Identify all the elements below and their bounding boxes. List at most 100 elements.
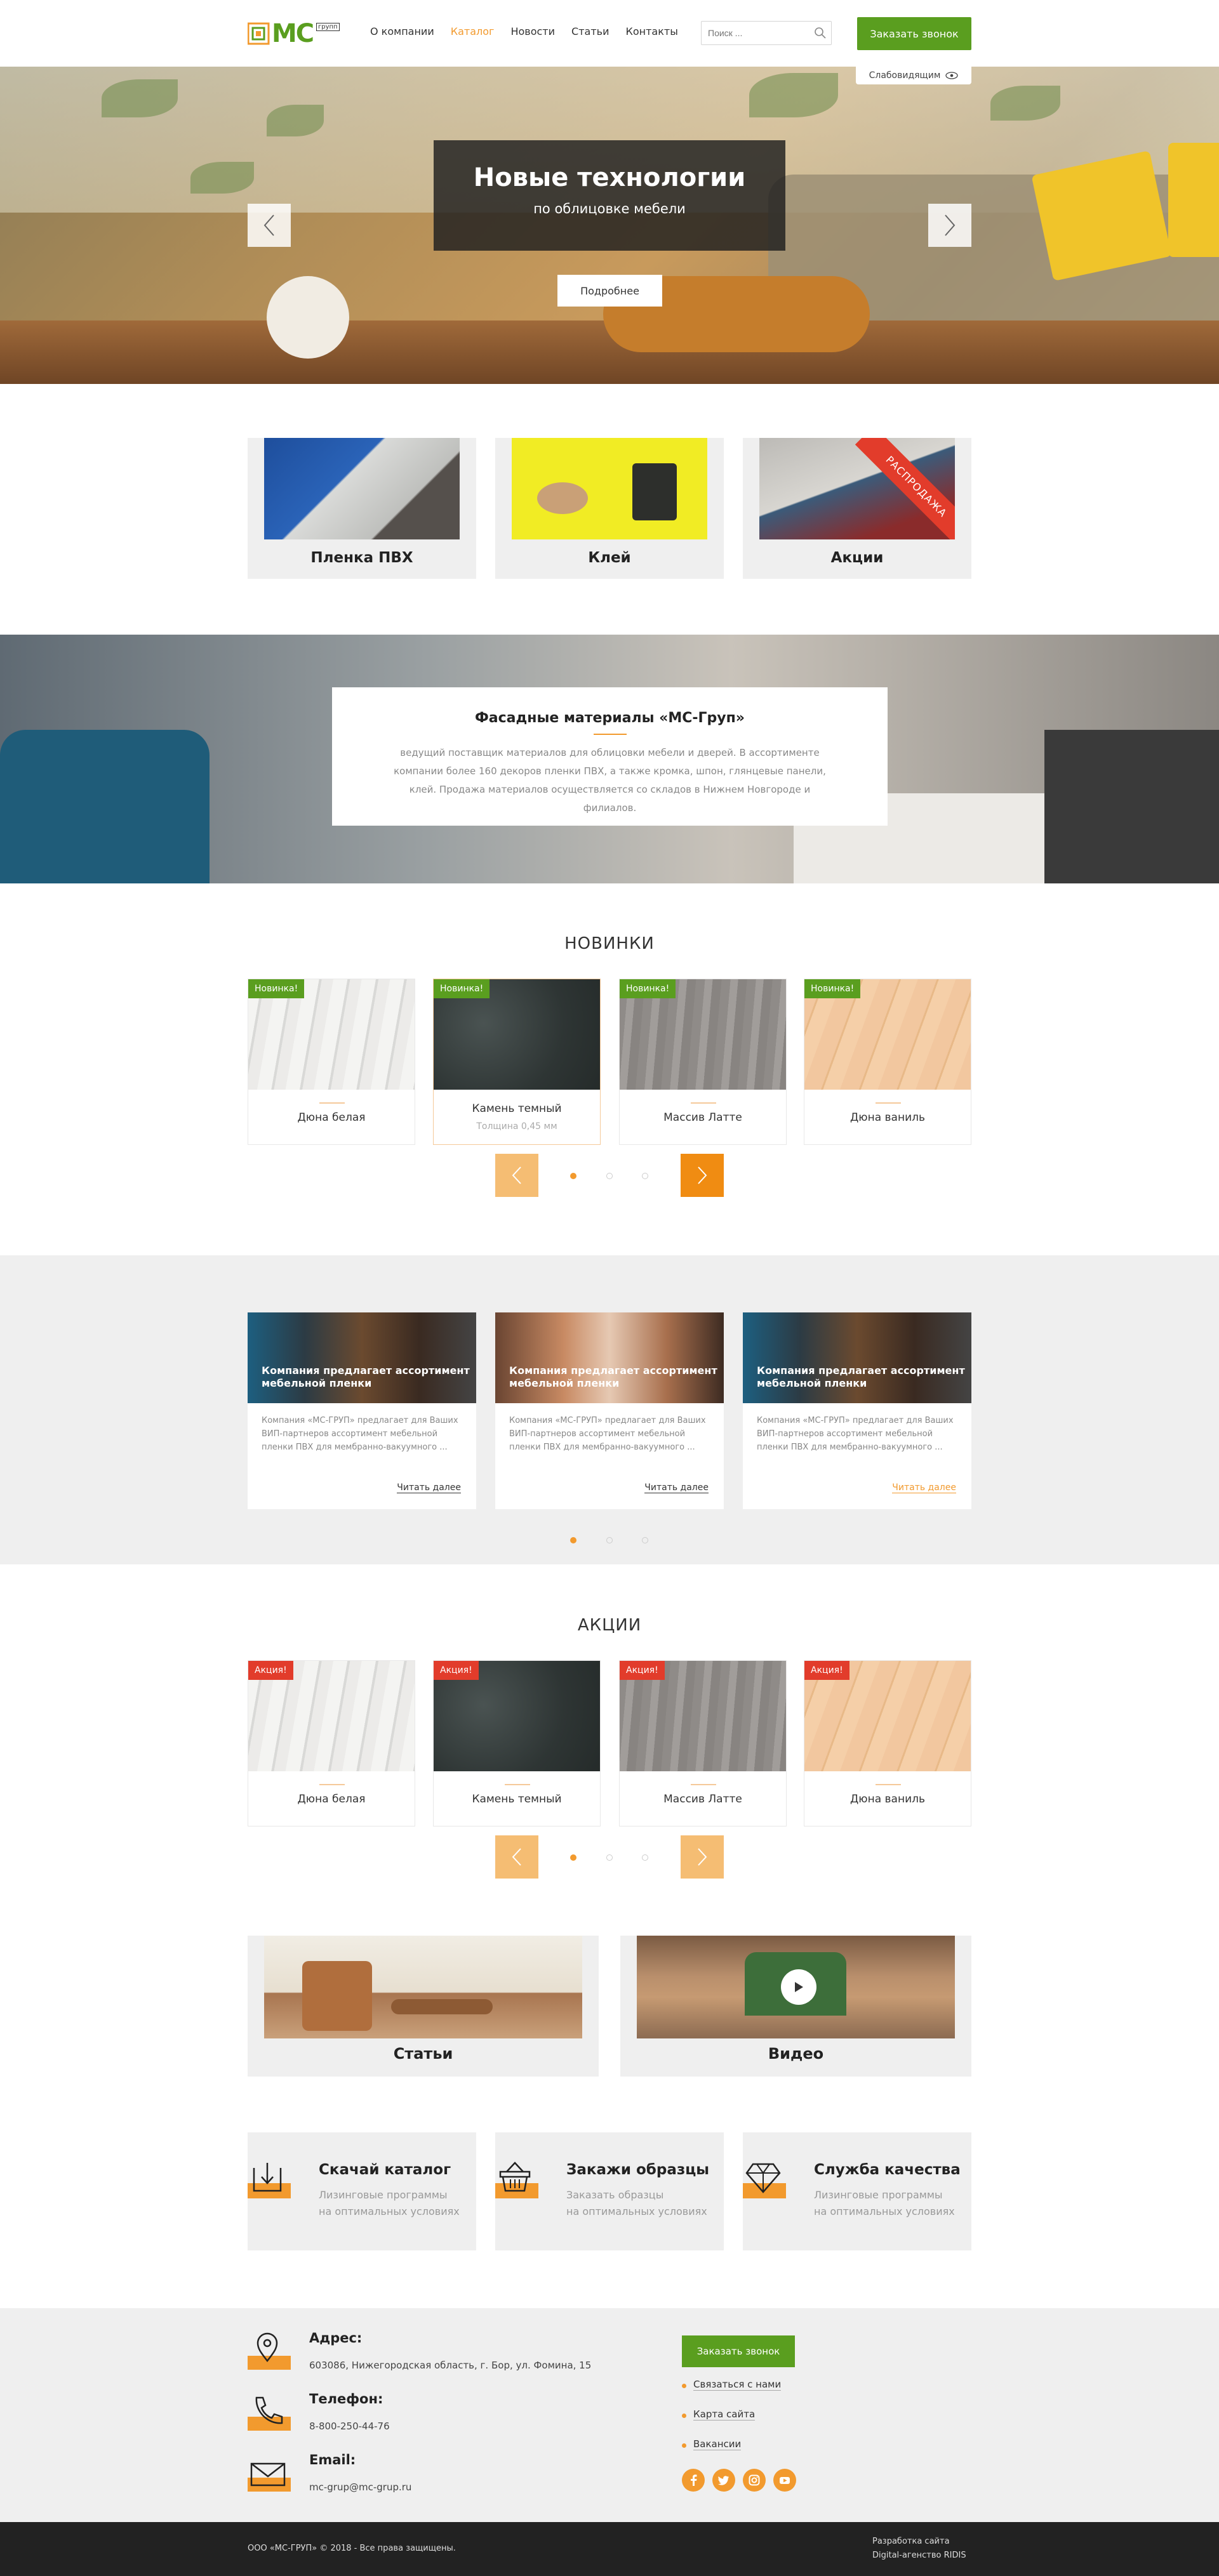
- product-name: Массив Латте: [663, 1111, 742, 1124]
- footer-call-button[interactable]: Заказать звонок: [682, 2335, 795, 2367]
- news-title: Компания предлагает ассортимент мебельно…: [262, 1364, 470, 1389]
- about-box: Фасадные материалы «МС-Груп» ведущий пос…: [332, 687, 888, 826]
- feature-line: на оптимальных условиях: [319, 2205, 460, 2217]
- category-glue[interactable]: Клей: [495, 438, 724, 579]
- novelty-card[interactable]: Новинка! Массив Латте: [619, 979, 787, 1145]
- about-text: ведущий поставщик материалов для облицов…: [394, 747, 826, 814]
- address-icon-wrap: [248, 2330, 291, 2370]
- slider-dot[interactable]: [642, 1173, 648, 1179]
- feature-line: на оптимальных условиях: [814, 2205, 955, 2217]
- read-more-link[interactable]: Читать далее: [644, 1483, 709, 1493]
- developer-line: Разработка сайта: [872, 2537, 950, 2546]
- slider-dot[interactable]: [642, 1537, 648, 1543]
- phone-value[interactable]: 8-800-250-44-76: [309, 2421, 390, 2432]
- hero-pot: [267, 276, 349, 359]
- product-divider: [505, 1784, 530, 1785]
- facebook-icon[interactable]: [682, 2469, 705, 2492]
- feature-subtitle: Заказать образцы на оптимальных условиях: [566, 2187, 707, 2220]
- feature-quality-service[interactable]: Служба качества Лизинговые программы на о…: [743, 2132, 971, 2250]
- promos-prev-button[interactable]: [495, 1835, 538, 1879]
- feature-title: Скачай каталог: [319, 2162, 451, 2178]
- nav-articles[interactable]: Статьи: [571, 25, 609, 37]
- hero-next-button[interactable]: [928, 204, 971, 247]
- news-card[interactable]: Компания предлагает ассортимент мебельно…: [248, 1312, 476, 1509]
- category-sale[interactable]: РАСПРОДАЖА Акции: [743, 438, 971, 579]
- video-block[interactable]: Видео: [620, 1936, 971, 2077]
- chevron-right-icon: [945, 215, 956, 236]
- nav-contacts[interactable]: Контакты: [625, 25, 677, 37]
- glue-granules: [537, 482, 588, 514]
- call-request-button[interactable]: Заказать звонок: [857, 17, 971, 50]
- mail-icon: [250, 2462, 286, 2487]
- search-icon[interactable]: [814, 27, 827, 39]
- news-title: Компания предлагает ассортимент мебельно…: [509, 1364, 717, 1389]
- news-text: Компания «МС-ГРУП» предлагает для Ваших …: [509, 1416, 706, 1452]
- category-image: РАСПРОДАЖА: [759, 438, 955, 539]
- news-card[interactable]: Компания предлагает ассортимент мебельно…: [495, 1312, 724, 1509]
- link-bullet: [682, 2384, 686, 2388]
- video-play-button[interactable]: [781, 1969, 816, 2005]
- slider-dot-active[interactable]: [570, 1173, 576, 1179]
- footer-link-contact[interactable]: Связаться с нами: [693, 2379, 782, 2391]
- youtube-icon[interactable]: [773, 2469, 796, 2492]
- read-more-link[interactable]: Читать далее: [397, 1483, 461, 1493]
- copyright: ООО «МС-ГРУП» © 2018 - Все права защищен…: [248, 2544, 456, 2553]
- hero-more-button[interactable]: Подробнее: [557, 275, 662, 307]
- articles-block[interactable]: Статьи: [248, 1936, 599, 2077]
- category-label: Акции: [830, 550, 884, 566]
- nav-catalog[interactable]: Каталог: [451, 25, 495, 37]
- novelty-card[interactable]: Новинка! Дюна ваниль: [804, 979, 971, 1145]
- about-tv: [1044, 730, 1219, 883]
- promo-card[interactable]: Акция! Массив Латте: [619, 1660, 787, 1826]
- category-image: [512, 438, 707, 539]
- feature-download-catalog[interactable]: Скачай каталог Лизинговые программы на оп…: [248, 2132, 476, 2250]
- read-more-link[interactable]: Читать далее: [892, 1483, 956, 1493]
- nav-news[interactable]: Новости: [510, 25, 555, 37]
- promo-card[interactable]: Акция! Дюна ваниль: [804, 1660, 971, 1826]
- novelties-prev-button[interactable]: [495, 1154, 538, 1197]
- slider-dot-active[interactable]: [570, 1537, 576, 1543]
- download-icon: [253, 2163, 282, 2192]
- novelty-card[interactable]: Новинка! Камень темный Толщина 0,45 мм: [433, 979, 601, 1145]
- promos-title: АКЦИИ: [577, 1616, 642, 1635]
- slider-dot[interactable]: [606, 1537, 613, 1543]
- slider-dot[interactable]: [606, 1854, 613, 1861]
- link-bullet: [682, 2414, 686, 2418]
- articles-label: Статьи: [393, 2045, 453, 2063]
- footer-link-vacancies[interactable]: Вакансии: [693, 2438, 742, 2450]
- product-name: Дюна белая: [297, 1793, 366, 1806]
- news-card[interactable]: Компания предлагает ассортимент мебельно…: [743, 1312, 971, 1509]
- articles-image: [264, 1936, 582, 2038]
- promo-card[interactable]: Акция! Дюна белая: [248, 1660, 415, 1826]
- promo-badge: Акция!: [620, 1661, 665, 1680]
- news-text: Компания «МС-ГРУП» предлагает для Ваших …: [757, 1416, 954, 1452]
- twitter-icon[interactable]: [712, 2469, 735, 2492]
- promo-badge: Акция!: [804, 1661, 849, 1680]
- search-input[interactable]: [701, 21, 832, 45]
- about-chair: [0, 730, 210, 883]
- novelty-card[interactable]: Новинка! Дюна белая: [248, 979, 415, 1145]
- hero-prev-button[interactable]: [248, 204, 291, 247]
- promo-card[interactable]: Акция! Камень темный: [433, 1660, 601, 1826]
- promos-next-button[interactable]: [681, 1835, 724, 1879]
- slider-dot[interactable]: [642, 1854, 648, 1861]
- footer-link-sitemap[interactable]: Карта сайта: [693, 2408, 756, 2421]
- feature-line: Лизинговые программы: [319, 2189, 448, 2201]
- developer-credit[interactable]: Разработка сайта Digital-агенство RIDIS: [872, 2535, 966, 2563]
- feature-order-samples[interactable]: Закажи образцы Заказать образцы на оптима…: [495, 2132, 724, 2250]
- product-divider: [691, 1102, 716, 1104]
- email-value[interactable]: mc-grup@mc-grup.ru: [309, 2481, 411, 2493]
- slider-dot-active[interactable]: [570, 1854, 576, 1861]
- novelties-next-button[interactable]: [681, 1154, 724, 1197]
- nav-about[interactable]: О компании: [370, 25, 434, 37]
- product-name: Дюна белая: [297, 1111, 366, 1124]
- slider-dot[interactable]: [606, 1173, 613, 1179]
- hero-title: Новые технологии: [473, 163, 746, 192]
- product-name: Дюна ваниль: [849, 1111, 925, 1124]
- site-footer: [0, 2308, 1219, 2522]
- low-vision-button[interactable]: Слабовидящим: [856, 67, 971, 84]
- instagram-icon[interactable]: [743, 2469, 766, 2492]
- feature-line: Заказать образцы: [566, 2189, 664, 2201]
- category-pvc-film[interactable]: Пленка ПВХ: [248, 438, 476, 579]
- logo[interactable]: МС групп: [247, 19, 340, 48]
